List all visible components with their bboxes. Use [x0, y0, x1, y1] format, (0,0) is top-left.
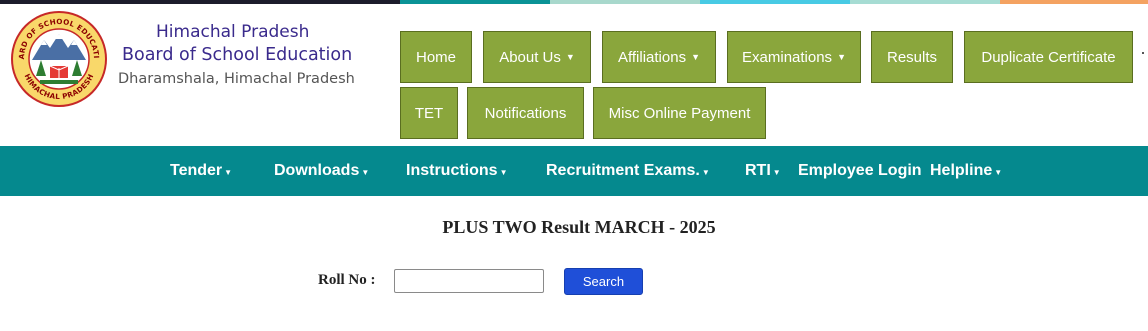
menu-examinations-label: Examinations [742, 48, 833, 66]
caret-down-icon: ▼ [361, 168, 370, 177]
menu-notifications-label: Notifications [484, 104, 567, 122]
caret-down-icon: ▼ [837, 52, 846, 62]
nav-employee-login-label: Employee Login [798, 162, 922, 179]
menu-examinations[interactable]: Examinations ▼ [727, 31, 861, 83]
nav-downloads[interactable]: Downloads ▼ [274, 146, 369, 196]
accent-segment [0, 0, 400, 4]
secondary-navbar: Tender ▼ Downloads ▼ Instructions ▼ Recruit… [0, 146, 1148, 196]
caret-down-icon: ▼ [691, 52, 700, 62]
menu-tet[interactable]: TET [400, 87, 458, 139]
menu-duplicate-certificate[interactable]: Duplicate Certificate [964, 31, 1133, 83]
nav-employee-login[interactable]: Employee Login [798, 146, 922, 196]
menu-results-label: Results [886, 48, 938, 66]
nav-recruitment-exams[interactable]: Recruitment Exams. ▼ [546, 146, 710, 196]
brand-state: Himachal Pradesh [156, 22, 310, 42]
result-title: PLUS TWO Result MARCH - 2025 [442, 217, 716, 237]
menu-home-label: Home [415, 48, 456, 66]
menu-home[interactable]: Home [400, 31, 472, 83]
nav-recruitment-exams-label: Recruitment Exams. [546, 162, 700, 179]
caret-down-icon: ▼ [994, 168, 1003, 177]
caret-down-icon: ▼ [565, 52, 575, 62]
roll-number-label: Roll No : [318, 272, 376, 288]
roll-number-input[interactable] [394, 269, 544, 293]
menu-affiliations-label: Affiliations [617, 48, 687, 66]
nav-rti[interactable]: RTI ▼ [745, 146, 781, 196]
accent-segment [1000, 0, 1148, 4]
accent-segment [400, 0, 550, 4]
caret-down-icon: ▼ [701, 168, 710, 177]
menu-about-us[interactable]: About Us ▼ [483, 31, 591, 83]
menu-misc-online-payment-label: Misc Online Payment [608, 104, 751, 122]
nav-instructions-label: Instructions [406, 162, 498, 179]
menu-duplicate-certificate-label: Duplicate Certificate [981, 48, 1116, 66]
brand-board: Board of School Education [122, 45, 353, 65]
stray-dot [1142, 52, 1144, 54]
accent-segment [550, 0, 700, 4]
top-accent-bar [0, 0, 1148, 4]
search-button[interactable]: Search [564, 268, 643, 295]
caret-down-icon: ▼ [499, 168, 508, 177]
menu-about-us-label: About Us [499, 48, 561, 66]
board-logo[interactable]: BOARD OF SCHOOL EDUCATION HIMACHAL PRADE… [7, 3, 108, 108]
nav-helpline-label: Helpline [930, 162, 993, 179]
menu-affiliations[interactable]: Affiliations ▼ [602, 31, 716, 83]
nav-tender-label: Tender [170, 162, 223, 179]
menu-misc-online-payment[interactable]: Misc Online Payment [593, 87, 766, 139]
menu-notifications[interactable]: Notifications [467, 87, 584, 139]
caret-down-icon: ▼ [224, 168, 233, 177]
nav-instructions[interactable]: Instructions ▼ [406, 146, 507, 196]
nav-helpline[interactable]: Helpline ▼ [930, 146, 1002, 196]
nav-rti-label: RTI [745, 162, 771, 179]
nav-downloads-label: Downloads [274, 162, 360, 179]
accent-segment [700, 0, 850, 4]
nav-tender[interactable]: Tender ▼ [170, 146, 232, 196]
menu-tet-label: TET [414, 104, 444, 122]
board-seal-icon: BOARD OF SCHOOL EDUCATION HIMACHAL PRADE… [7, 3, 107, 107]
brand-location: Dharamshala, Himachal Pradesh [118, 71, 355, 87]
accent-segment [850, 0, 1000, 4]
caret-down-icon: ▼ [772, 168, 781, 177]
menu-results[interactable]: Results [871, 31, 953, 83]
